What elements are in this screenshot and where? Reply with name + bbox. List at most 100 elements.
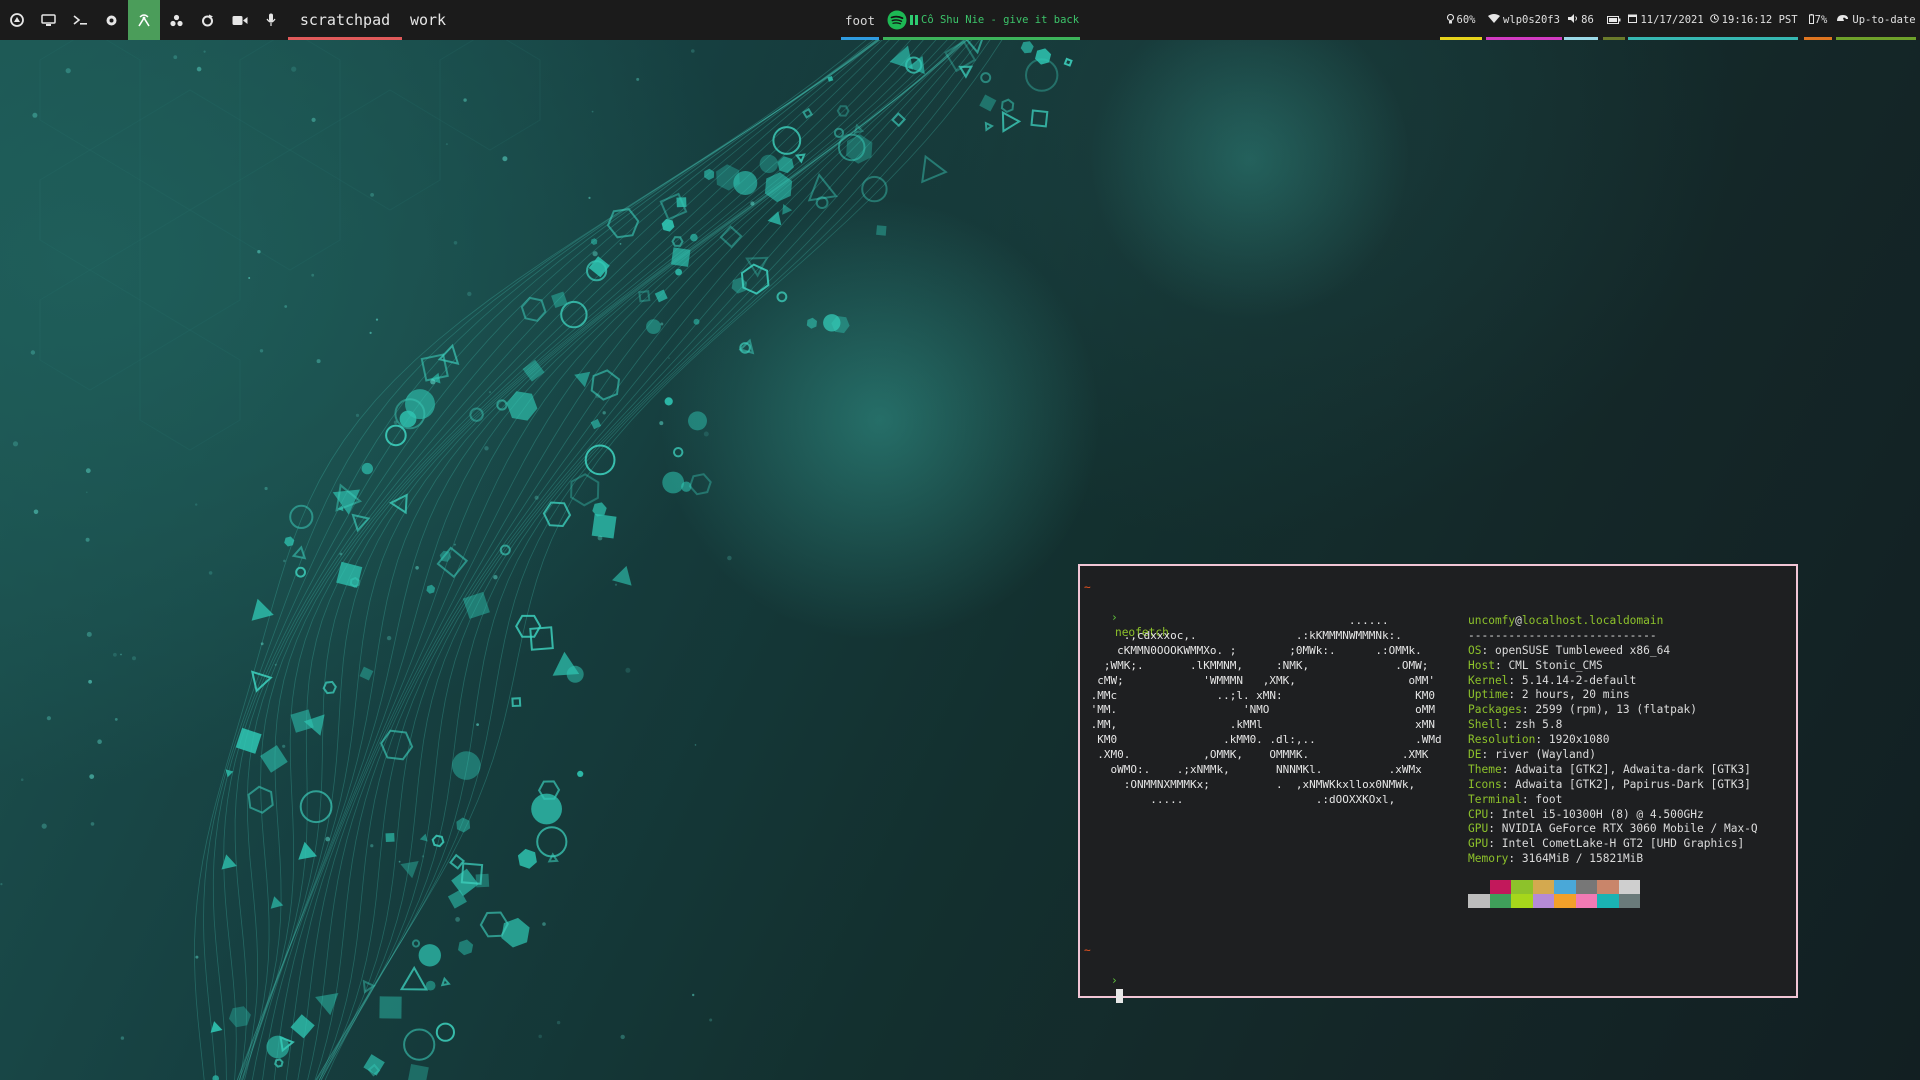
wallpaper-sparkle [65, 68, 71, 74]
wallpaper-particle [315, 993, 339, 1016]
wallpaper-particle [772, 126, 802, 155]
palette-swatch [1618, 880, 1640, 894]
palette-swatch [1618, 894, 1640, 908]
wallpaper-sparkle [597, 535, 603, 541]
wallpaper-sparkle [41, 823, 47, 829]
wallpaper-particle [385, 424, 407, 447]
wallpaper-sparkle [97, 739, 102, 744]
wallpaper-sparkle [355, 413, 360, 417]
wallpaper-sparkle [602, 411, 606, 415]
info-value: Intel CometLake-H GT2 [UHD Graphics] [1501, 837, 1745, 851]
wallpaper-particle [654, 289, 668, 303]
wallpaper-particle [531, 793, 562, 825]
palette-swatch [1489, 894, 1511, 908]
info-row-os: OS: openSUSE Tumbleweed x86_64 [1468, 644, 1758, 659]
monitor-icon[interactable] [33, 0, 63, 40]
circular-arrow-icon[interactable] [192, 0, 222, 40]
wallpaper-particle [431, 834, 445, 848]
volume-module[interactable]: 86 [1564, 0, 1598, 40]
time-value: 19:16:12 PST [1721, 14, 1798, 26]
info-key: Resolution [1468, 733, 1536, 747]
wallpaper-sparkle [195, 955, 199, 959]
palette-swatch [1597, 880, 1619, 894]
wallpaper-particle [584, 444, 616, 476]
wallpaper-particle [1020, 41, 1034, 54]
palette-swatch [1597, 894, 1619, 908]
wallpaper-sparkle [284, 305, 288, 308]
palette-swatch [1532, 880, 1554, 894]
wallpaper-sparkle [467, 291, 472, 297]
wallpaper-sparkle [339, 552, 343, 556]
wallpaper-particle [566, 665, 584, 683]
wallpaper-particle [436, 546, 469, 579]
cluster-icon[interactable] [161, 0, 191, 40]
settings-gear-icon[interactable] [96, 0, 126, 40]
wallpaper-sparkle [453, 543, 456, 546]
wallpaper-particle [802, 107, 814, 119]
palette-swatch [1554, 880, 1576, 894]
info-value: NVIDIA GeForce RTX 3060 Mobile / Max-Q [1501, 822, 1758, 836]
wallpaper-particle [418, 944, 441, 967]
wallpaper-sparkle [493, 575, 498, 580]
title-underline [841, 37, 879, 40]
color-palette-row-2 [1468, 894, 1640, 908]
wallpaper-particle [458, 939, 474, 956]
wallpaper-sparkle [619, 243, 622, 245]
network-module[interactable]: wlp0s20f3 [1486, 0, 1562, 40]
wallpaper-particle [435, 1022, 455, 1042]
datetime-underline [1628, 37, 1798, 40]
text-cursor [1115, 988, 1123, 1003]
palette-swatch [1575, 894, 1597, 908]
foot-terminal-window[interactable]: ~ › neofetch ...... .,cdxxxoc,. .:kKMMMN… [1078, 564, 1798, 1003]
palette-swatch [1532, 894, 1554, 908]
wallpaper-sparkle [291, 66, 297, 72]
launcher-icon[interactable] [2, 0, 32, 40]
battery-status-icon [1603, 0, 1625, 40]
info-key: Uptime [1468, 688, 1509, 702]
workspace-tag-scratchpad[interactable]: scratchpad [288, 0, 402, 40]
video-camera-icon[interactable] [225, 0, 255, 40]
wallpaper-particle [411, 939, 421, 948]
wallpaper-sparkle [114, 718, 118, 721]
brightness-module[interactable]: 60% [1440, 0, 1482, 40]
wallpaper-sparkle [89, 774, 95, 779]
wallpaper-sparkle [488, 391, 492, 394]
wallpaper-sparkle [203, 50, 206, 53]
top-bar: scratchpad work foot Cô Shu Nie - give i… [0, 0, 1920, 40]
wallpaper-sparkle [430, 379, 436, 385]
palette-swatch [1511, 894, 1533, 908]
workspace-tag-work[interactable]: work [404, 0, 452, 40]
media-player-module[interactable]: Cô Shu Nie - give it back [883, 0, 1080, 40]
wallpaper-sparkle [455, 917, 460, 922]
datetime-module[interactable]: 11/17/2021 19:16:12 PST [1628, 0, 1798, 40]
wallpaper-sparkle [386, 635, 392, 641]
info-key: Kernel [1468, 673, 1509, 687]
wallpaper-sparkle [86, 631, 92, 637]
wallpaper-particle [290, 709, 314, 733]
info-colon: : [1501, 718, 1516, 732]
wallpaper-sparkle [316, 359, 321, 364]
wallpaper-sparkle [283, 559, 286, 563]
wallpaper-particle [515, 614, 542, 638]
updates-module[interactable]: Up-to-date [1836, 0, 1916, 40]
info-colon: : [1508, 688, 1522, 702]
microphone-icon[interactable] [256, 0, 286, 40]
wallpaper-sparkle [257, 250, 261, 254]
info-row-gpu: GPU: NVIDIA GeForce RTX 3060 Mobile / Ma… [1468, 822, 1758, 837]
battery-module[interactable]: 7% [1804, 0, 1832, 40]
terminal-prompt-icon[interactable] [65, 0, 95, 40]
wallpaper-particle [266, 1035, 290, 1059]
wireless-antenna-icon[interactable] [128, 0, 160, 40]
prompt-symbol: › [1110, 973, 1118, 987]
wallpaper-sparkle [86, 491, 88, 494]
wallpaper-sparkle [660, 322, 664, 326]
prompt-directory: ~ [1084, 944, 1091, 957]
wallpaper-particle [385, 833, 395, 842]
info-colon: : [1521, 792, 1536, 806]
pause-icon[interactable] [910, 15, 919, 25]
network-interface: wlp0s20f3 [1503, 14, 1560, 26]
wallpaper-particle [861, 175, 888, 203]
active-prompt[interactable]: › [1084, 959, 1123, 1021]
wallpaper-sparkle [415, 566, 419, 570]
wallpaper-particle [767, 211, 782, 226]
